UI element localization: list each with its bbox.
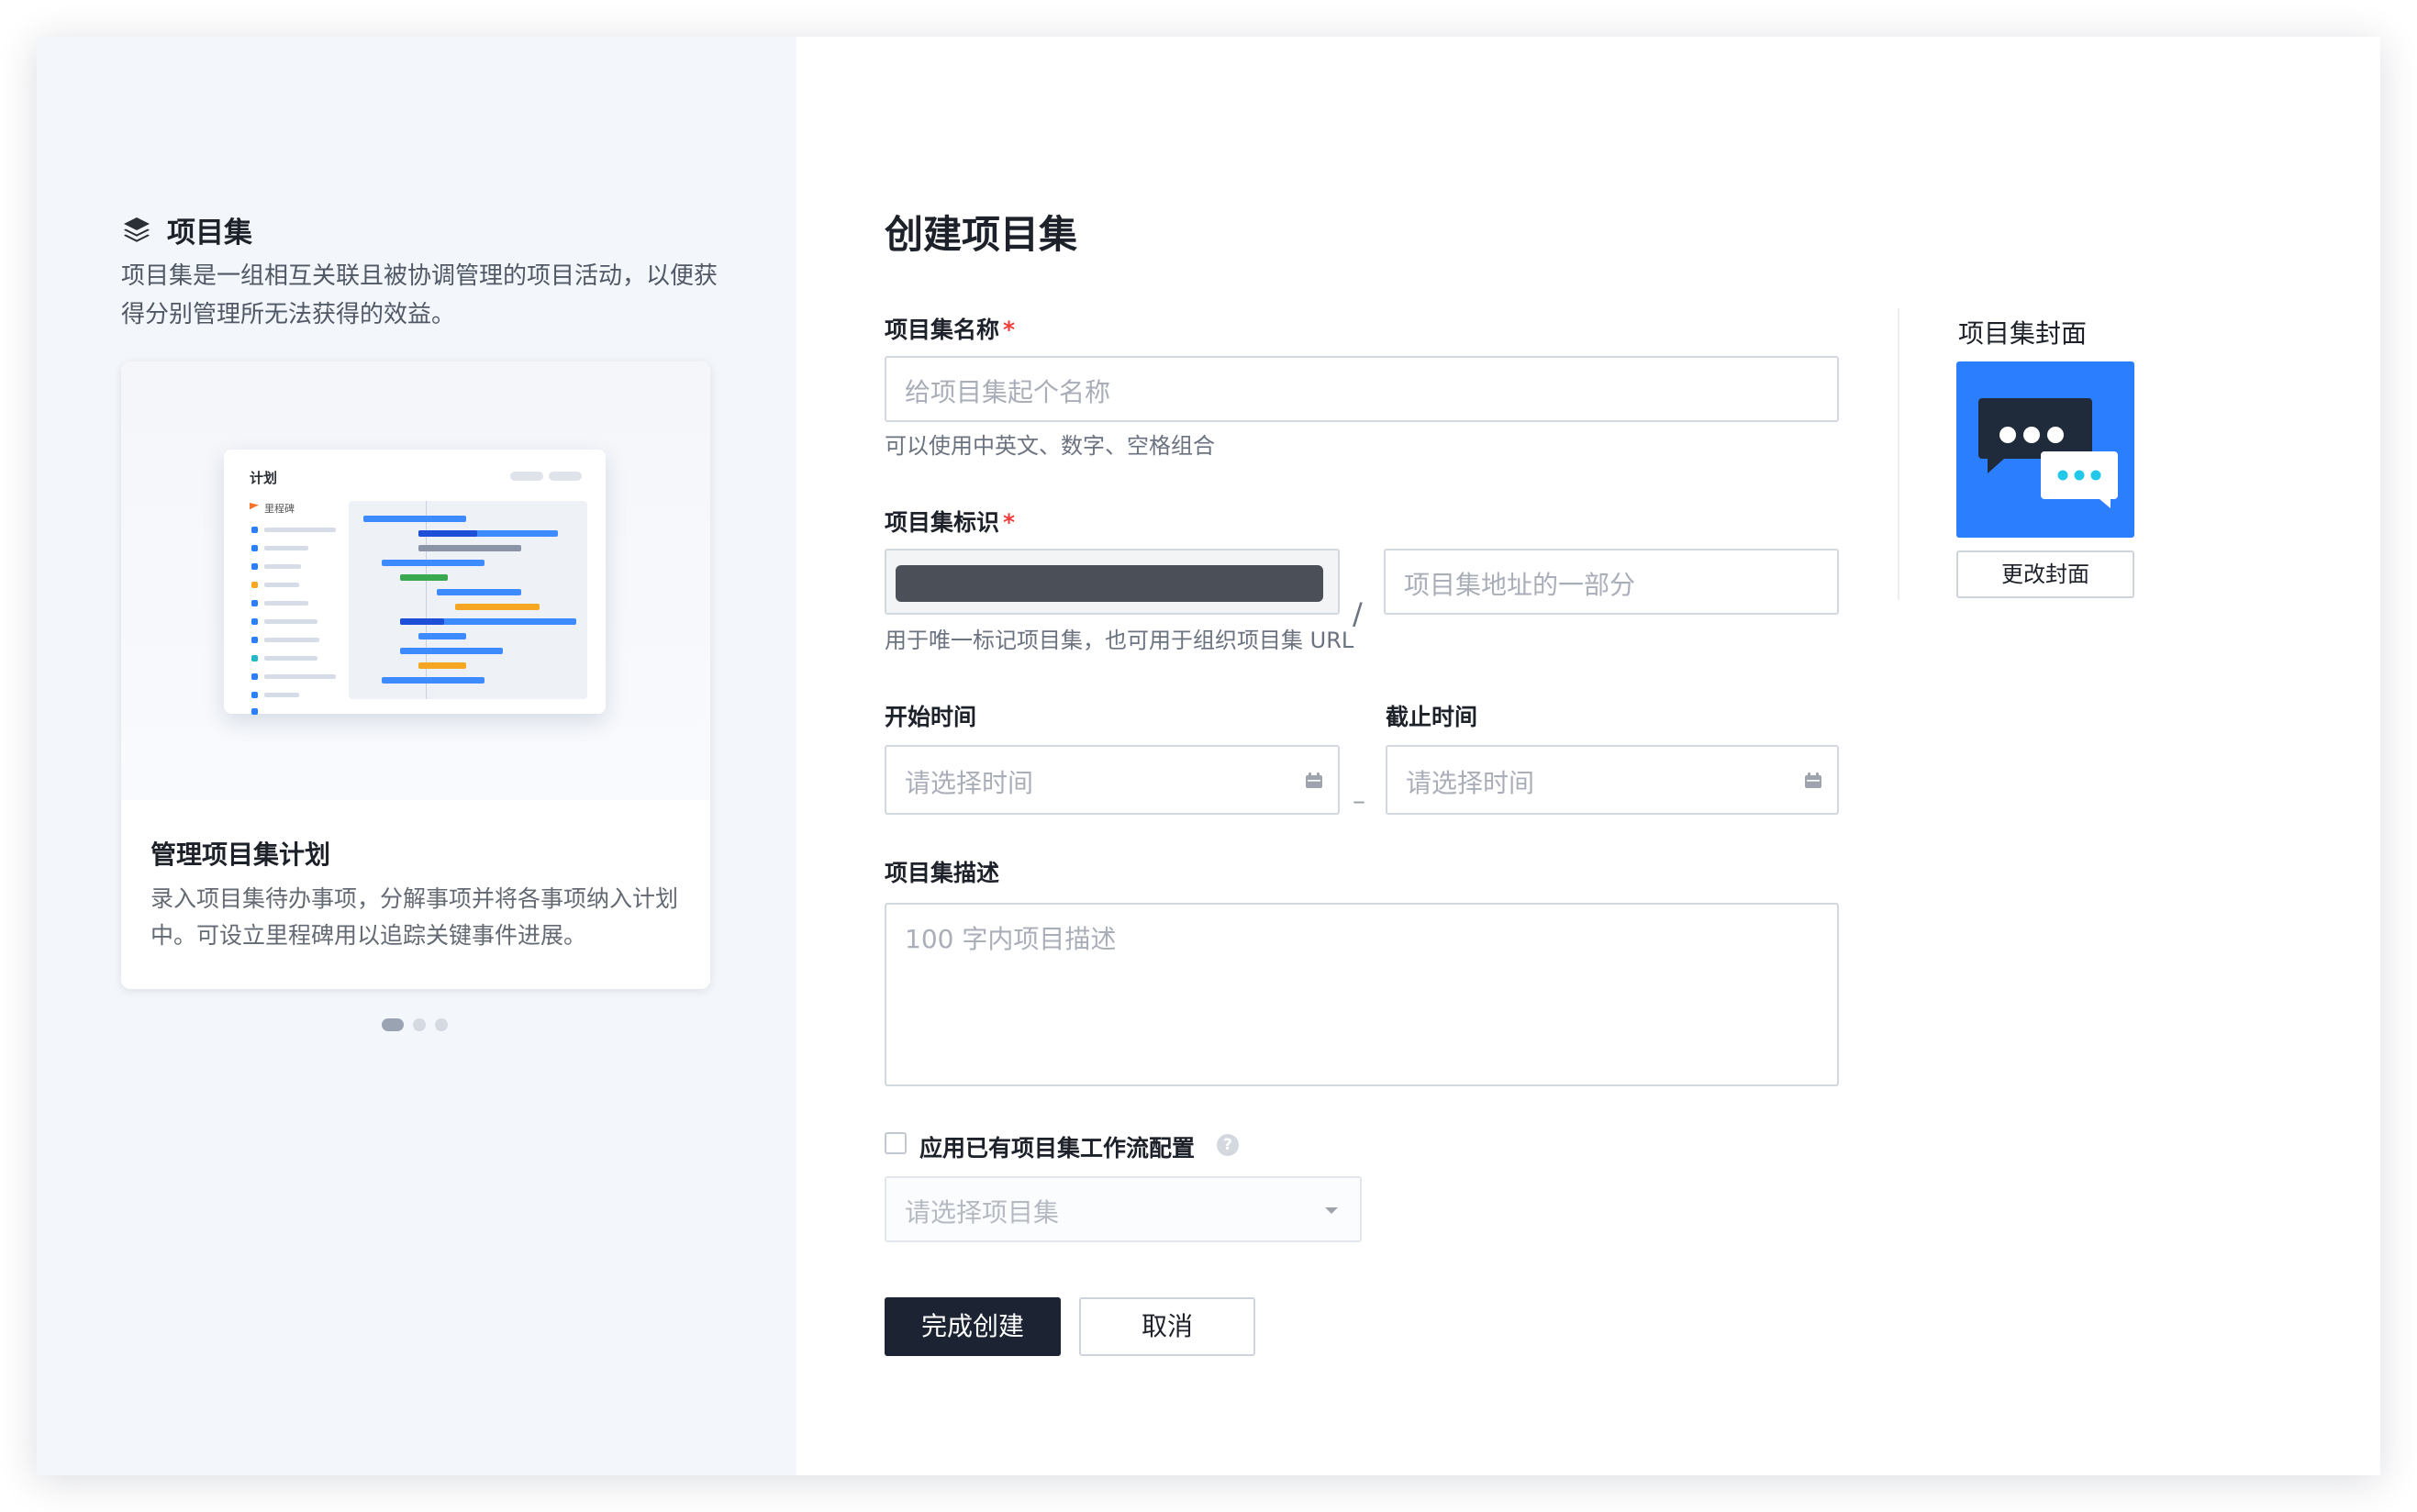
name-input-placeholder: 给项目集起个名称 xyxy=(905,377,1111,407)
description-placeholder: 100 字内项目描述 xyxy=(905,924,1117,954)
calendar-icon xyxy=(1805,773,1821,788)
carousel-dot-3[interactable] xyxy=(435,1018,448,1031)
workflow-checkbox-label[interactable]: 应用已有项目集工作流配置 xyxy=(919,1130,1195,1163)
gantt-bar xyxy=(455,604,540,610)
mock-line xyxy=(264,693,299,697)
start-date-picker[interactable]: 请选择时间 xyxy=(885,745,1340,815)
mock-milestone: 里程碑 xyxy=(250,501,295,516)
identifier-label: 项目集标识 * xyxy=(885,505,1015,538)
gantt-bar xyxy=(382,677,485,684)
mock-dot xyxy=(251,637,258,643)
identifier-input[interactable]: 项目集地址的一部分 xyxy=(1384,549,1839,615)
identifier-hint: 用于唯一标记项目集，也可用于组织项目集 URL xyxy=(885,628,1354,653)
identifier-label-text: 项目集标识 xyxy=(885,509,1000,536)
submit-button[interactable]: 完成创建 xyxy=(885,1297,1061,1356)
change-cover-button[interactable]: 更改封面 xyxy=(1956,550,2134,598)
mock-line xyxy=(264,528,336,532)
mock-line xyxy=(264,583,299,587)
mock-pill xyxy=(510,472,543,481)
mock-dot xyxy=(251,618,258,625)
intro-panel: 项目集 项目集是一组相互关联且被协调管理的项目活动，以便获得分别管理所无法获得的… xyxy=(37,37,796,1475)
chevron-down-icon xyxy=(1325,1207,1338,1214)
end-date-picker[interactable]: 请选择时间 xyxy=(1386,745,1839,815)
mock-dot xyxy=(251,582,258,588)
page-title: 创建项目集 xyxy=(885,212,1078,257)
gantt-bar xyxy=(437,589,521,595)
plan-mockup: 计划 里程碑 xyxy=(224,450,606,715)
plan-illustration: 计划 里程碑 xyxy=(121,361,710,800)
flag-icon xyxy=(250,503,259,510)
intro-description: 项目集是一组相互关联且被协调管理的项目活动，以便获得分别管理所无法获得的效益。 xyxy=(121,262,718,328)
mock-line xyxy=(264,619,317,624)
name-label: 项目集名称 * xyxy=(885,312,1015,345)
name-input[interactable]: 给项目集起个名称 xyxy=(885,356,1839,422)
mock-line xyxy=(264,564,301,569)
required-mark: * xyxy=(1003,509,1016,536)
mock-dot xyxy=(251,708,258,715)
description-label: 项目集描述 xyxy=(885,860,1000,886)
mock-pill xyxy=(549,472,582,481)
calendar-icon xyxy=(1306,773,1322,788)
cover-image[interactable] xyxy=(1956,361,2134,538)
end-time-label: 截止时间 xyxy=(1386,704,1478,730)
cover-label: 项目集封面 xyxy=(1958,318,2088,349)
required-mark: * xyxy=(1003,317,1016,343)
workflow-checkbox[interactable] xyxy=(885,1132,907,1154)
redacted-prefix xyxy=(896,565,1323,602)
layers-icon xyxy=(124,217,150,242)
mock-line xyxy=(264,674,336,679)
end-date-placeholder: 请选择时间 xyxy=(1406,768,1535,798)
gantt-bar xyxy=(418,545,521,551)
date-range-separator: – xyxy=(1353,785,1365,816)
gantt-bar xyxy=(382,560,485,566)
mock-line xyxy=(264,601,308,606)
gantt-bar xyxy=(418,633,466,639)
gantt-bar xyxy=(418,530,477,537)
mock-dot xyxy=(251,600,258,606)
start-date-placeholder: 请选择时间 xyxy=(905,768,1034,798)
mock-title: 计划 xyxy=(250,470,278,486)
identifier-prefix-field xyxy=(885,549,1340,615)
name-hint: 可以使用中英文、数字、空格组合 xyxy=(885,433,1215,459)
feature-card-description: 录入项目集待办事项，分解事项并将各事项纳入计划中。可设立里程碑用以追踪关键事件进… xyxy=(150,885,679,949)
gantt-bar xyxy=(400,648,503,654)
mock-dot xyxy=(251,563,258,570)
mock-line xyxy=(264,638,319,642)
feature-card: 计划 里程碑 管理项目集计划 录入项目集待办事项，分解事项并将各事项纳入计划中。… xyxy=(121,361,710,989)
identifier-input-placeholder: 项目集地址的一部分 xyxy=(1404,570,1636,600)
help-icon[interactable]: ? xyxy=(1217,1134,1239,1156)
program-select[interactable]: 请选择项目集 xyxy=(885,1176,1362,1242)
intro-title: 项目集 xyxy=(167,217,252,250)
intro-header: 项目集 xyxy=(121,209,252,250)
carousel-indicator xyxy=(382,1018,457,1031)
chat-bubbles-icon xyxy=(1978,398,2118,508)
description-textarea[interactable]: 100 字内项目描述 xyxy=(885,903,1839,1086)
gantt-bar xyxy=(400,574,448,581)
mock-line xyxy=(264,656,317,661)
mock-dot xyxy=(251,655,258,662)
carousel-dot-2[interactable] xyxy=(413,1018,426,1031)
mock-milestone-label: 里程碑 xyxy=(264,503,295,515)
start-time-label: 开始时间 xyxy=(885,704,977,730)
cancel-button[interactable]: 取消 xyxy=(1079,1297,1255,1356)
gantt-bar xyxy=(400,618,444,625)
mock-dot xyxy=(251,673,258,680)
identifier-separator: / xyxy=(1353,596,1363,631)
name-label-text: 项目集名称 xyxy=(885,317,1000,343)
program-select-placeholder: 请选择项目集 xyxy=(905,1197,1060,1228)
gantt-bar xyxy=(363,516,466,522)
mock-dot xyxy=(251,692,258,698)
gantt-bar xyxy=(418,662,466,669)
mock-dot xyxy=(251,527,258,533)
create-program-dialog: 项目集 项目集是一组相互关联且被协调管理的项目活动，以便获得分别管理所无法获得的… xyxy=(37,37,2380,1475)
feature-card-title: 管理项目集计划 xyxy=(150,839,331,870)
mock-dot xyxy=(251,545,258,551)
carousel-dot-1[interactable] xyxy=(382,1018,404,1031)
cover-divider xyxy=(1898,308,1899,600)
mock-line xyxy=(264,546,308,550)
